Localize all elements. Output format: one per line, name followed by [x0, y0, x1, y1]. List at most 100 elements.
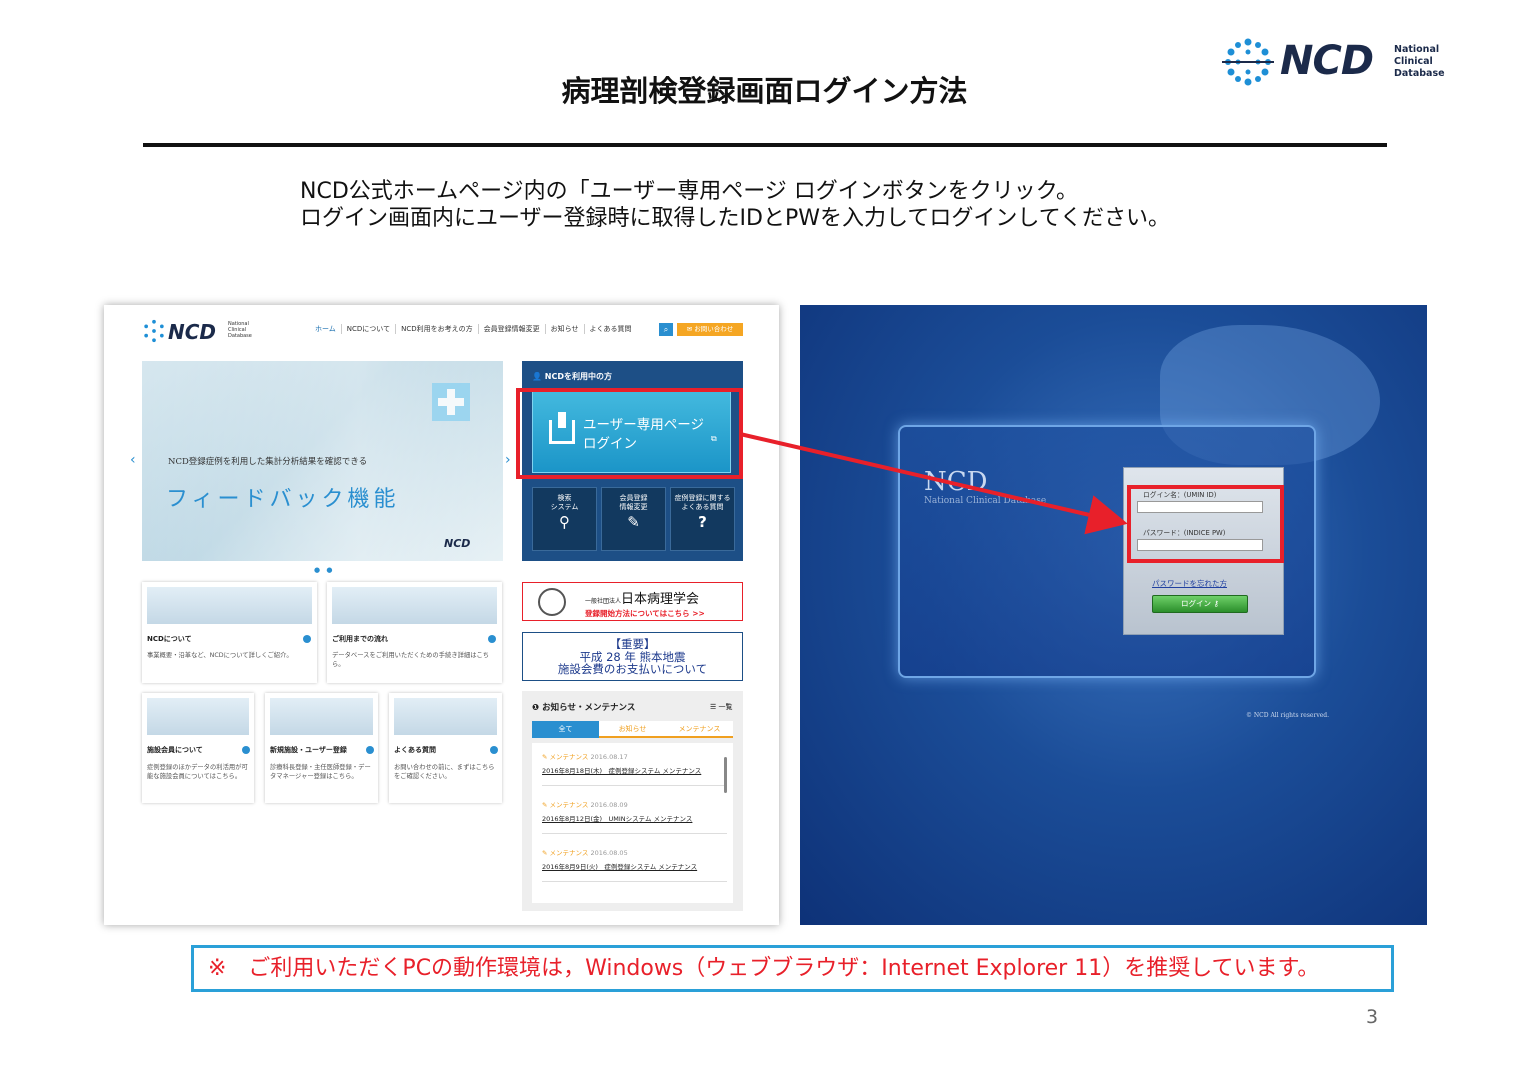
nav-item-member-change[interactable]: 会員登録情報変更 [479, 324, 546, 334]
news-item[interactable]: ✎ メンテナンス 2016.08.17 2016年8月18日(木) 症例登録シス… [542, 751, 727, 786]
logo-sub-line: Clinical [1394, 56, 1433, 67]
card-desc: お問い合わせの前に、まずはこちらをご確認ください。 [394, 764, 495, 780]
news-item[interactable]: ✎ メンテナンス 2016.08.09 2016年8月12日(金) UMINシス… [542, 799, 727, 834]
wrench-icon: ✎ [542, 753, 548, 761]
card-faq[interactable]: よくある質問 お問い合わせの前に、まずはこちらをご確認ください。 [389, 693, 502, 803]
credentials-highlight [1127, 485, 1284, 563]
ncd-logo: NCD National Clinical Database [1222, 36, 1452, 90]
login-brand: NCD [924, 467, 988, 497]
forgot-password-link[interactable]: パスワードを忘れた方 [1152, 578, 1227, 589]
copyright: © NCD All rights reserved. [1246, 712, 1330, 719]
ncd-logo-mark-icon [1222, 38, 1274, 86]
news-title[interactable]: 2016年8月9日(火) 症例登録システム メンテナンス [542, 861, 727, 871]
arrow-right-icon [366, 746, 374, 754]
hero-prev-icon[interactable]: ‹ [130, 452, 136, 468]
news-all-link[interactable]: ☰ 一覧 [710, 702, 733, 712]
card-image [147, 587, 312, 624]
tab-news[interactable]: お知らせ [599, 721, 666, 738]
tile-label: 会員登録 [619, 494, 648, 502]
notice-line: 【重要】 [609, 637, 656, 651]
card-image [147, 698, 249, 735]
notice-banner[interactable]: 【重要】 平成 28 年 熊本地震 施設会費のお支払いについて [522, 632, 743, 681]
news-kind: メンテナンス [549, 801, 589, 809]
society-seal-icon [538, 588, 566, 616]
news-heading-text: お知らせ・メンテナンス [542, 703, 636, 713]
nav-item-home[interactable]: ホーム [310, 324, 342, 334]
pathology-society-banner[interactable]: 一般社団法人日本病理学会 登録開始方法についてはこちら >> [522, 582, 743, 621]
news-date: 2016.08.17 [590, 753, 628, 761]
contact-button[interactable]: ✉ お問い合わせ [677, 323, 743, 336]
card-title: 新規施設・ユーザー登録 [270, 746, 347, 754]
user-panel-tiles: 検索 システム ⚲ 会員登録 情報変更 ✎ 症例登録に関する よくある質問 ? [532, 487, 735, 551]
top-nav: ホーム NCDについて NCD利用をお考えの方 会員登録情報変更 お知らせ よく… [310, 324, 637, 334]
card-about[interactable]: NCDについて 事業概要・沿革など、NCDについて詳しくご紹介。 [142, 582, 317, 683]
tab-maintenance[interactable]: メンテナンス [666, 721, 733, 738]
homepage-logo-subtitle: National Clinical Database [228, 321, 252, 339]
login-screenshot: NCD National Clinical Database ログイン名：(UM… [800, 305, 1427, 925]
news-title[interactable]: 2016年8月18日(木) 症例登録システム メンテナンス [542, 765, 727, 775]
news-divider [542, 833, 727, 834]
homepage-logo[interactable]: NCD National Clinical Database [142, 319, 262, 345]
tile-label: 情報変更 [619, 503, 648, 511]
edit-icon: ✎ [627, 513, 640, 531]
news-divider [542, 785, 727, 786]
login-brand-sub: National Clinical Database [924, 496, 1047, 506]
login-button-highlight [516, 388, 743, 479]
nav-item-news[interactable]: お知らせ [546, 324, 585, 334]
hero-next-icon[interactable]: › [505, 452, 511, 468]
card-flow[interactable]: ご利用までの流れ データベースをご利用いただくための手続き詳細はこちら。 [327, 582, 502, 683]
society-name: 一般社団法人日本病理学会 [585, 588, 699, 607]
news-kind: メンテナンス [549, 849, 589, 857]
nav-item-about[interactable]: NCDについて [342, 324, 397, 334]
ncd-logo-subtitle: National Clinical Database [1394, 44, 1445, 80]
search-icon[interactable]: ⌕ [659, 323, 673, 336]
instruction-line: ログイン画面内にユーザー登録時に取得したIDとPWを入力してログインしてください… [300, 206, 1171, 231]
tile-search-system[interactable]: 検索 システム ⚲ [532, 487, 597, 551]
notice-line: 施設会費のお支払いについて [557, 662, 708, 676]
card-desc: 事業概要・沿革など、NCDについて詳しくご紹介。 [147, 652, 293, 659]
card-facility-member[interactable]: 施設会員について 症例登録のほかデータの利活用が可能な施設会員についてはこちら。 [142, 693, 254, 803]
card-new-registration[interactable]: 新規施設・ユーザー登録 診療科長登録・主任医師登録・データマネージャー登録はこち… [265, 693, 378, 803]
key-icon: ⚷ [1213, 599, 1219, 608]
tile-label: システム [550, 503, 579, 511]
user-panel-caption-text: NCDを利用中の方 [544, 372, 612, 381]
wrench-icon: ✎ [542, 801, 548, 809]
hero-subtitle: NCD登録症例を利用した集計分析結果を確認できる [168, 457, 368, 467]
society-link[interactable]: 登録開始方法についてはこちら >> [585, 608, 705, 619]
news-heading: ❶ お知らせ・メンテナンス [532, 703, 636, 713]
tile-member-change[interactable]: 会員登録 情報変更 ✎ [601, 487, 666, 551]
tile-label: 症例登録に関する [674, 494, 731, 502]
society-prefix: 一般社団法人 [585, 598, 622, 605]
arrow-right-icon [490, 746, 498, 754]
hero-pagination-dots[interactable]: ● ● [314, 566, 334, 574]
nav-item-for-users[interactable]: NCD利用をお考えの方 [396, 324, 479, 334]
card-image [270, 698, 373, 735]
hero-banner[interactable]: NCD登録症例を利用した集計分析結果を確認できる フィードバック機能 NCD [142, 361, 503, 561]
news-title[interactable]: 2016年8月12日(金) UMINシステム メンテナンス [542, 813, 727, 823]
news-date: 2016.08.09 [590, 801, 628, 809]
ncd-logo-mark-icon [144, 319, 164, 343]
instruction-line: NCD公式ホームページ内の「ユーザー専用ページ ログインボタンをクリック。 [300, 179, 1079, 204]
nav-item-faq[interactable]: よくある質問 [585, 324, 637, 334]
card-image [394, 698, 497, 735]
logo-sub-line: National [1394, 44, 1440, 55]
wrench-icon: ✎ [542, 849, 548, 857]
instructions: NCD公式ホームページ内の「ユーザー専用ページ ログインボタンをクリック。 ログ… [300, 178, 1400, 232]
news-divider [542, 881, 727, 882]
hero-title: フィードバック機能 [166, 487, 400, 512]
news-date: 2016.08.05 [590, 849, 628, 857]
card-title: ご利用までの流れ [332, 635, 388, 643]
homepage-screenshot: NCD National Clinical Database ホーム NCDにつ… [104, 305, 779, 925]
tab-all[interactable]: 全て [532, 721, 599, 738]
login-submit-button[interactable]: ログイン ⚷ [1152, 595, 1248, 613]
tile-faq[interactable]: 症例登録に関する よくある質問 ? [670, 487, 735, 551]
card-title: 施設会員について [147, 746, 203, 754]
news-kind: メンテナンス [549, 753, 589, 761]
news-scrollbar[interactable] [724, 757, 727, 793]
news-item[interactable]: ✎ メンテナンス 2016.08.05 2016年8月9日(火) 症例登録システ… [542, 847, 727, 882]
question-icon: ? [698, 513, 707, 531]
user-panel-caption: 👤 NCDを利用中の方 [532, 372, 612, 381]
login-submit-label: ログイン [1181, 599, 1212, 608]
card-desc: 症例登録のほかデータの利活用が可能な施設会員についてはこちら。 [147, 764, 248, 780]
card-desc: 診療科長登録・主任医師登録・データマネージャー登録はこちら。 [270, 764, 371, 780]
